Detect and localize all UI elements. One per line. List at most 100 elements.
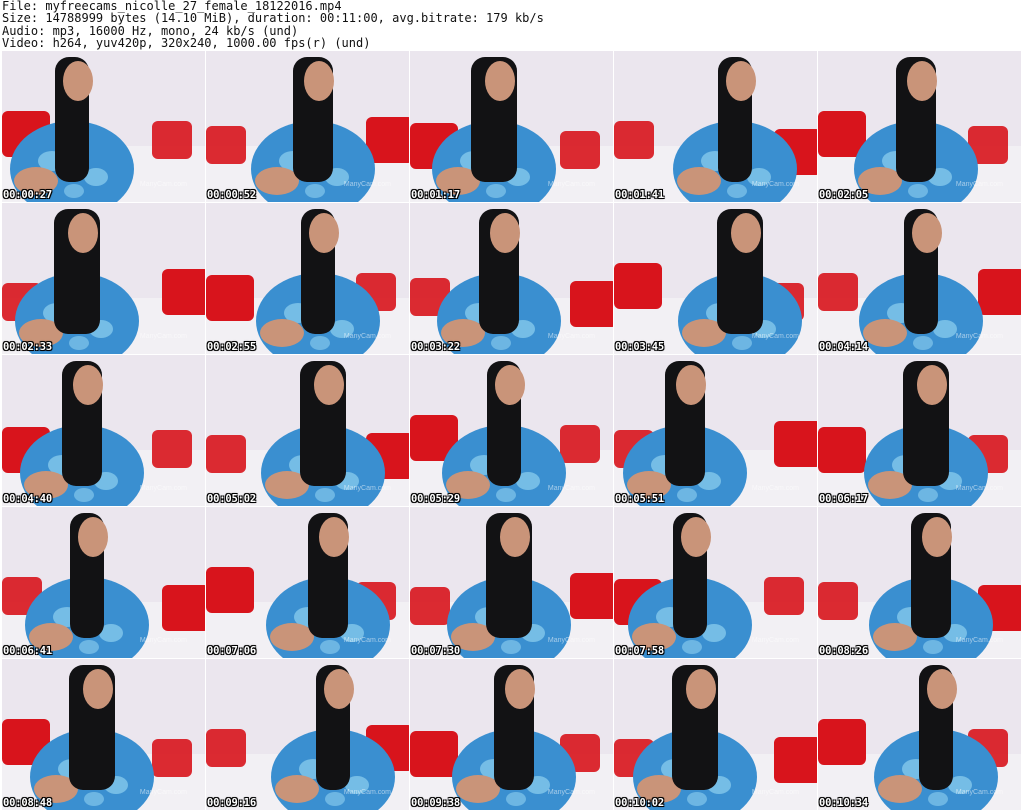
watermark-text: ManyCam.com <box>955 637 1003 644</box>
video-thumbnail: ManyCam.com 00:01:41 <box>614 51 817 202</box>
watermark-text: ManyCam.com <box>139 485 187 492</box>
video-thumbnail: ManyCam.com 00:06:17 <box>818 355 1021 506</box>
frame-image <box>614 203 817 354</box>
timestamp-label: 00:00:27 <box>3 189 52 201</box>
file-size-line: Size: 14788999 bytes (14.10 MiB), durati… <box>2 11 544 26</box>
video-thumbnail: ManyCam.com 00:03:45 <box>614 203 817 354</box>
watermark-text: ManyCam.com <box>343 637 391 644</box>
watermark-text: ManyCam.com <box>955 485 1003 492</box>
file-info-header: File: myfreecams_nicolle_27_female_18122… <box>2 0 1022 50</box>
watermark-text: ManyCam.com <box>751 637 799 644</box>
video-thumbnail: ManyCam.com 00:05:51 <box>614 355 817 506</box>
watermark-text: ManyCam.com <box>343 333 391 340</box>
timestamp-label: 00:03:22 <box>411 341 460 353</box>
video-thumbnail: ManyCam.com 00:09:16 <box>206 659 409 810</box>
timestamp-label: 00:04:40 <box>3 493 52 505</box>
video-thumbnail: ManyCam.com 00:04:40 <box>2 355 205 506</box>
video-thumbnail: ManyCam.com 00:04:14 <box>818 203 1021 354</box>
timestamp-label: 00:06:17 <box>819 493 868 505</box>
timestamp-label: 00:02:33 <box>3 341 52 353</box>
timestamp-label: 00:08:26 <box>819 645 868 657</box>
timestamp-label: 00:02:55 <box>207 341 256 353</box>
video-thumbnail: ManyCam.com 00:05:29 <box>410 355 613 506</box>
timestamp-label: 00:05:29 <box>411 493 460 505</box>
video-thumbnail: ManyCam.com 00:00:52 <box>206 51 409 202</box>
video-thumbnail: ManyCam.com 00:07:30 <box>410 507 613 658</box>
watermark-text: ManyCam.com <box>751 485 799 492</box>
frame-image <box>614 659 817 810</box>
frame-image <box>206 203 409 354</box>
video-thumbnail: ManyCam.com 00:02:33 <box>2 203 205 354</box>
frame-image <box>410 659 613 810</box>
watermark-text: ManyCam.com <box>343 181 391 188</box>
watermark-text: ManyCam.com <box>547 333 595 340</box>
watermark-text: ManyCam.com <box>751 789 799 796</box>
frame-image <box>2 507 205 658</box>
frame-image <box>206 507 409 658</box>
timestamp-label: 00:07:06 <box>207 645 256 657</box>
video-thumbnail: ManyCam.com 00:02:55 <box>206 203 409 354</box>
timestamp-label: 00:04:14 <box>819 341 868 353</box>
timestamp-label: 00:07:58 <box>615 645 664 657</box>
frame-image <box>2 355 205 506</box>
video-thumbnail: ManyCam.com 00:08:26 <box>818 507 1021 658</box>
frame-image <box>818 659 1021 810</box>
frame-image <box>410 203 613 354</box>
timestamp-label: 00:08:48 <box>3 797 52 809</box>
video-info-line: Video: h264, yuv420p, 320x240, 1000.00 f… <box>2 36 371 51</box>
frame-image <box>206 355 409 506</box>
frame-image <box>206 659 409 810</box>
frame-image <box>206 51 409 202</box>
watermark-text: ManyCam.com <box>751 333 799 340</box>
video-thumbnail: ManyCam.com 00:08:48 <box>2 659 205 810</box>
video-thumbnail: ManyCam.com 00:02:05 <box>818 51 1021 202</box>
frame-image <box>818 355 1021 506</box>
video-thumbnail: ManyCam.com 00:10:02 <box>614 659 817 810</box>
watermark-text: ManyCam.com <box>547 789 595 796</box>
watermark-text: ManyCam.com <box>343 485 391 492</box>
timestamp-label: 00:10:02 <box>615 797 664 809</box>
watermark-text: ManyCam.com <box>955 181 1003 188</box>
frame-image <box>2 203 205 354</box>
watermark-text: ManyCam.com <box>139 789 187 796</box>
timestamp-label: 00:09:38 <box>411 797 460 809</box>
frame-image <box>818 507 1021 658</box>
watermark-text: ManyCam.com <box>547 181 595 188</box>
video-thumbnail: ManyCam.com 00:03:22 <box>410 203 613 354</box>
frame-image <box>410 51 613 202</box>
watermark-text: ManyCam.com <box>139 181 187 188</box>
video-thumbnail: ManyCam.com 00:01:17 <box>410 51 613 202</box>
watermark-text: ManyCam.com <box>547 637 595 644</box>
video-thumbnail: ManyCam.com 00:00:27 <box>2 51 205 202</box>
video-thumbnail: ManyCam.com 00:09:38 <box>410 659 613 810</box>
watermark-text: ManyCam.com <box>547 485 595 492</box>
timestamp-label: 00:09:16 <box>207 797 256 809</box>
video-thumbnail: ManyCam.com 00:05:02 <box>206 355 409 506</box>
watermark-text: ManyCam.com <box>139 637 187 644</box>
frame-image <box>410 507 613 658</box>
watermark-text: ManyCam.com <box>751 181 799 188</box>
watermark-text: ManyCam.com <box>139 333 187 340</box>
timestamp-label: 00:01:41 <box>615 189 664 201</box>
timestamp-label: 00:00:52 <box>207 189 256 201</box>
video-thumbnail: ManyCam.com 00:07:06 <box>206 507 409 658</box>
frame-image <box>614 507 817 658</box>
frame-image <box>614 355 817 506</box>
frame-image <box>818 51 1021 202</box>
frame-image <box>818 203 1021 354</box>
thumbnail-grid: ManyCam.com 00:00:27 ManyCam.com 00:00:52 Ma… <box>2 51 1022 810</box>
timestamp-label: 00:06:41 <box>3 645 52 657</box>
frame-image <box>2 659 205 810</box>
timestamp-label: 00:03:45 <box>615 341 664 353</box>
watermark-text: ManyCam.com <box>343 789 391 796</box>
video-thumbnail: ManyCam.com 00:06:41 <box>2 507 205 658</box>
timestamp-label: 00:07:30 <box>411 645 460 657</box>
timestamp-label: 00:02:05 <box>819 189 868 201</box>
timestamp-label: 00:10:34 <box>819 797 868 809</box>
frame-image <box>2 51 205 202</box>
watermark-text: ManyCam.com <box>955 333 1003 340</box>
timestamp-label: 00:05:51 <box>615 493 664 505</box>
timestamp-label: 00:01:17 <box>411 189 460 201</box>
frame-image <box>614 51 817 202</box>
frame-image <box>410 355 613 506</box>
